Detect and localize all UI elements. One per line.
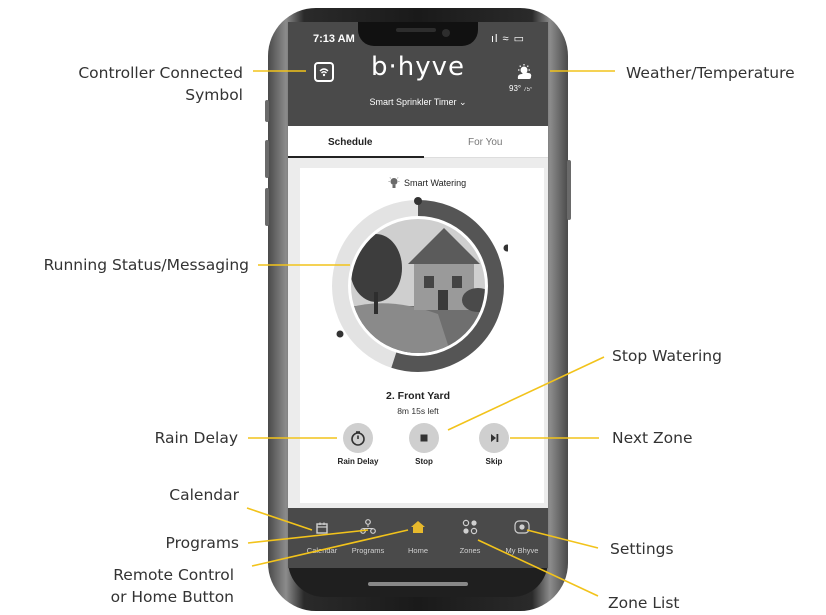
weather-icon[interactable]: [514, 64, 534, 82]
smart-watering-label: Smart Watering: [404, 178, 467, 188]
stop-icon: [420, 434, 428, 442]
timer-icon: [351, 431, 365, 446]
calendar-icon[interactable]: [316, 522, 328, 534]
skip-label: Skip: [485, 457, 503, 466]
lightbulb-icon: [388, 177, 400, 188]
skip-icon: [491, 434, 499, 442]
rain-delay-label: Rain Delay: [337, 457, 379, 466]
tab-schedule[interactable]: Schedule: [328, 137, 372, 148]
mute-switch: [265, 100, 269, 122]
zone-name: 2. Front Yard: [386, 390, 450, 402]
zone-dot-2: [503, 244, 508, 252]
weather-temperature: 93° 75°: [509, 84, 533, 93]
bhyve-logo: b·hyve: [370, 52, 466, 82]
device-selector[interactable]: Smart Sprinkler Timer ⌄: [340, 97, 496, 108]
home-icon[interactable]: [410, 520, 426, 534]
controller-connected-icon[interactable]: [314, 62, 334, 82]
callout-controller-connected: Controller Connected Symbol: [78, 64, 243, 104]
zone-dot-1: [414, 197, 422, 205]
volume-up-button: [265, 140, 269, 178]
callout-settings: Settings: [610, 540, 674, 558]
status-time: 7:13 AM: [313, 33, 355, 45]
nav-my-bhyve-label[interactable]: My Bhyve: [492, 546, 552, 555]
phone-notch: [358, 22, 478, 46]
callout-programs: Programs: [165, 534, 239, 552]
stop-button[interactable]: [409, 423, 439, 453]
home-indicator: [368, 582, 468, 586]
nav-home-label[interactable]: Home: [388, 546, 448, 555]
tab-for-you[interactable]: For You: [468, 137, 502, 148]
settings-icon[interactable]: [514, 520, 530, 534]
power-button: [567, 160, 571, 220]
bottom-nav: [288, 508, 548, 568]
schedule-tabs: Schedule For You: [288, 126, 548, 158]
programs-icon[interactable]: [360, 519, 376, 535]
nav-zones-label[interactable]: Zones: [440, 546, 500, 555]
zone-time-left: 8m 15s left: [397, 406, 439, 416]
callout-calendar: Calendar: [169, 486, 239, 504]
callout-stop-watering: Stop Watering: [612, 347, 722, 365]
stop-label: Stop: [415, 457, 433, 466]
status-icons: ıl ≈ ▭: [491, 33, 526, 45]
callout-weather-temperature: Weather/Temperature: [626, 64, 795, 82]
callout-next-zone: Next Zone: [612, 429, 693, 447]
yard-photo: [351, 219, 485, 353]
zones-icon[interactable]: [462, 519, 478, 535]
callout-running-status: Running Status/Messaging: [43, 256, 249, 274]
zone-dot-3: [336, 330, 344, 338]
running-status-ring: [332, 197, 508, 372]
callout-remote-control: Remote Control or Home Button: [110, 566, 234, 606]
rain-delay-button[interactable]: [343, 423, 373, 453]
skip-button[interactable]: [479, 423, 509, 453]
volume-down-button: [265, 188, 269, 226]
callout-zone-list: Zone List: [608, 594, 680, 612]
callout-rain-delay: Rain Delay: [154, 429, 238, 447]
